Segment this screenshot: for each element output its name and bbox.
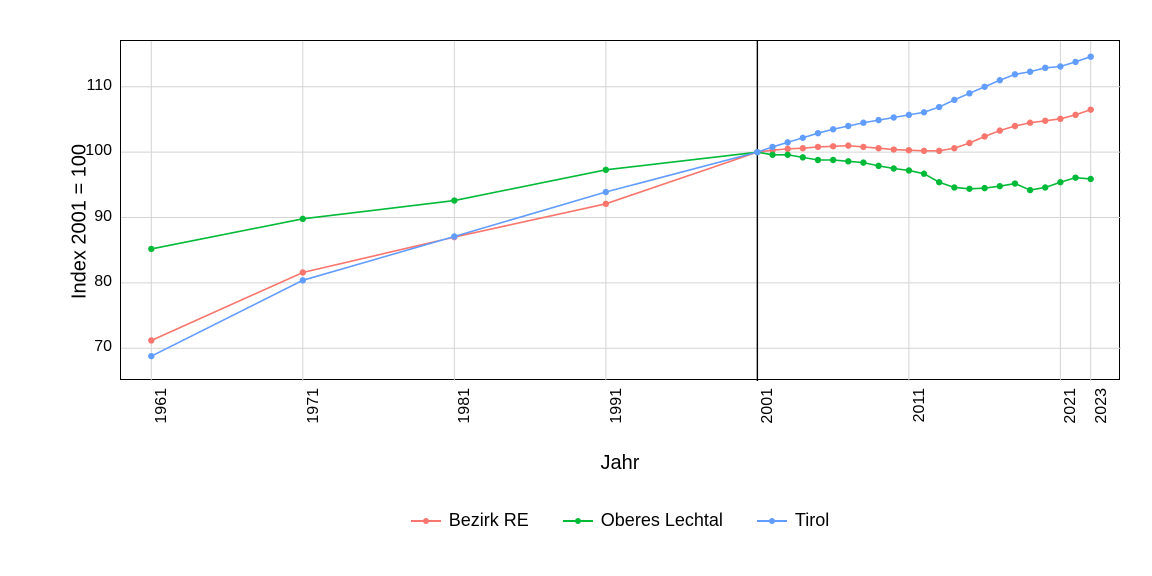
- x-tick-label: 2023: [1093, 388, 1111, 448]
- x-tick-label: 1971: [305, 388, 323, 448]
- chart-figure: Index 2001 = 100 Jahr 708090100110 19611…: [0, 0, 1152, 576]
- y-tick-label: 110: [12, 77, 112, 95]
- x-tick-label: 2011: [911, 388, 929, 448]
- x-tick-label: 1991: [608, 388, 626, 448]
- legend-label: Oberes Lechtal: [601, 510, 723, 531]
- x-tick-label: 1981: [456, 388, 474, 448]
- plot-svg: [121, 41, 1121, 381]
- legend-item: Oberes Lechtal: [563, 510, 723, 531]
- legend-label: Bezirk RE: [449, 510, 529, 531]
- y-tick-label: 80: [12, 273, 112, 291]
- x-tick-label: 2001: [759, 388, 777, 448]
- legend-key-icon: [563, 514, 593, 528]
- legend-item: Tirol: [757, 510, 829, 531]
- x-tick-label: 2021: [1062, 388, 1080, 448]
- legend-label: Tirol: [795, 510, 829, 531]
- legend-key-icon: [411, 514, 441, 528]
- y-tick-label: 100: [12, 142, 112, 160]
- x-axis-title: Jahr: [120, 452, 1120, 475]
- y-tick-label: 70: [12, 338, 112, 356]
- legend-key-icon: [757, 514, 787, 528]
- legend: Bezirk RE Oberes Lechtal Tirol: [120, 510, 1120, 531]
- y-tick-label: 90: [12, 208, 112, 226]
- x-tick-label: 1961: [153, 388, 171, 448]
- legend-item: Bezirk RE: [411, 510, 529, 531]
- plot-panel: [120, 40, 1120, 380]
